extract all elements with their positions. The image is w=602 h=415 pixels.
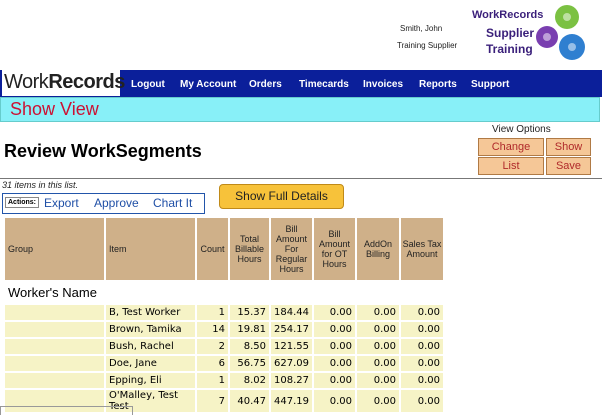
cell-count: 2 <box>197 339 228 354</box>
cell-sales-tax: 0.00 <box>401 356 443 371</box>
nav-orders[interactable]: Orders <box>249 79 282 90</box>
table-row[interactable]: Doe, Jane 6 56.75 627.09 0.00 0.00 0.00 <box>5 356 443 371</box>
cell-regular-bill-amount: 254.17 <box>271 322 312 337</box>
page-title: Review WorkSegments <box>4 141 202 161</box>
column-header-total-billable-hours[interactable]: Total Billable Hours <box>230 218 269 280</box>
cell-regular-bill-amount: 184.44 <box>271 305 312 320</box>
logo-text-bold: Records <box>48 71 125 93</box>
view-save-button[interactable]: Save <box>546 157 591 175</box>
column-header-addon-billing[interactable]: AddOn Billing <box>357 218 399 280</box>
view-options-label: View Options <box>492 124 551 135</box>
title-divider <box>0 178 602 179</box>
cell-count: 14 <box>197 322 228 337</box>
show-full-details-button[interactable]: Show Full Details <box>219 184 344 209</box>
user-name: Smith, John <box>400 24 443 33</box>
nav-logout[interactable]: Logout <box>131 79 165 90</box>
nav-my-account[interactable]: My Account <box>180 79 236 90</box>
cell-count: 6 <box>197 356 228 371</box>
view-change-button[interactable]: Change <box>478 138 544 156</box>
bottom-panel-edge <box>0 406 133 415</box>
column-header-regular-bill-amount[interactable]: Bill Amount For Regular Hours <box>271 218 312 280</box>
cell-count: 1 <box>197 305 228 320</box>
cell-count: 1 <box>197 373 228 388</box>
cell-group <box>5 373 104 388</box>
cell-addon-billing: 0.00 <box>357 305 399 320</box>
cell-total-billable-hours: 15.37 <box>230 305 269 320</box>
cell-regular-bill-amount: 121.55 <box>271 339 312 354</box>
cell-sales-tax: 0.00 <box>401 373 443 388</box>
cell-sales-tax: 0.00 <box>401 305 443 320</box>
brand-line-2: Supplier <box>486 26 535 40</box>
export-action[interactable]: Export <box>44 196 79 210</box>
user-company: Training Supplier <box>397 41 458 50</box>
cell-item[interactable]: Epping, Eli <box>106 373 195 388</box>
cell-addon-billing: 0.00 <box>357 356 399 371</box>
table-row[interactable]: B, Test Worker 1 15.37 184.44 0.00 0.00 0.00 <box>5 305 443 320</box>
cell-sales-tax: 0.00 <box>401 322 443 337</box>
cell-item[interactable]: Brown, Tamika <box>106 322 195 337</box>
approve-action[interactable]: Approve <box>94 196 139 210</box>
cell-ot-bill-amount: 0.00 <box>314 339 355 354</box>
cell-addon-billing: 0.00 <box>357 373 399 388</box>
cell-total-billable-hours: 56.75 <box>230 356 269 371</box>
cell-ot-bill-amount: 0.00 <box>314 356 355 371</box>
cell-addon-billing: 0.00 <box>357 339 399 354</box>
nav-timecards[interactable]: Timecards <box>299 79 349 90</box>
column-header-item[interactable]: Item <box>106 218 195 280</box>
group-header-row: Worker's Name <box>5 282 443 303</box>
cell-regular-bill-amount: 108.27 <box>271 373 312 388</box>
cell-group <box>5 339 104 354</box>
cell-total-billable-hours: 8.02 <box>230 373 269 388</box>
nav-reports[interactable]: Reports <box>419 79 457 90</box>
actions-label: Actions: <box>5 197 39 208</box>
cell-sales-tax: 0.00 <box>401 339 443 354</box>
view-show-button[interactable]: Show <box>546 138 591 156</box>
logo-text-plain: Work <box>4 71 49 93</box>
list-item-count: 31 items in this list. <box>2 180 79 190</box>
cell-sales-tax: 0.00 <box>401 390 443 412</box>
view-bar-title: Show View <box>10 99 99 119</box>
column-header-ot-bill-amount[interactable]: Bill Amount for OT Hours <box>314 218 355 280</box>
cell-item[interactable]: Bush, Rachel <box>106 339 195 354</box>
cell-ot-bill-amount: 0.00 <box>314 390 355 412</box>
cell-group <box>5 322 104 337</box>
column-header-group[interactable]: Group <box>5 218 104 280</box>
nav-support[interactable]: Support <box>471 79 509 90</box>
cell-ot-bill-amount: 0.00 <box>314 322 355 337</box>
cell-addon-billing: 0.00 <box>357 322 399 337</box>
cell-regular-bill-amount: 627.09 <box>271 356 312 371</box>
cell-ot-bill-amount: 0.00 <box>314 373 355 388</box>
cell-group <box>5 305 104 320</box>
brand-line-3: Training <box>486 42 533 56</box>
cell-count: 7 <box>197 390 228 412</box>
worksegments-table: Group Item Count Total Billable Hours Bi… <box>3 216 445 414</box>
group-label: Worker's Name <box>5 282 443 303</box>
cell-total-billable-hours: 8.50 <box>230 339 269 354</box>
cell-addon-billing: 0.00 <box>357 390 399 412</box>
table-row[interactable]: Bush, Rachel 2 8.50 121.55 0.00 0.00 0.00 <box>5 339 443 354</box>
cell-group <box>5 356 104 371</box>
workrecords-logo[interactable]: WorkRecords <box>4 71 125 94</box>
column-header-count[interactable]: Count <box>197 218 228 280</box>
cell-regular-bill-amount: 447.19 <box>271 390 312 412</box>
table-row[interactable]: Brown, Tamika 14 19.81 254.17 0.00 0.00 0.00 <box>5 322 443 337</box>
cell-item[interactable]: Doe, Jane <box>106 356 195 371</box>
table-row[interactable]: Epping, Eli 1 8.02 108.27 0.00 0.00 0.00 <box>5 373 443 388</box>
column-header-sales-tax[interactable]: Sales Tax Amount <box>401 218 443 280</box>
chart-it-action[interactable]: Chart It <box>153 196 192 210</box>
brand-line-1: WorkRecords <box>472 9 544 21</box>
cell-ot-bill-amount: 0.00 <box>314 305 355 320</box>
nav-invoices[interactable]: Invoices <box>363 79 403 90</box>
cell-total-billable-hours: 40.47 <box>230 390 269 412</box>
view-list-button[interactable]: List <box>478 157 544 175</box>
cell-total-billable-hours: 19.81 <box>230 322 269 337</box>
cell-item[interactable]: B, Test Worker <box>106 305 195 320</box>
